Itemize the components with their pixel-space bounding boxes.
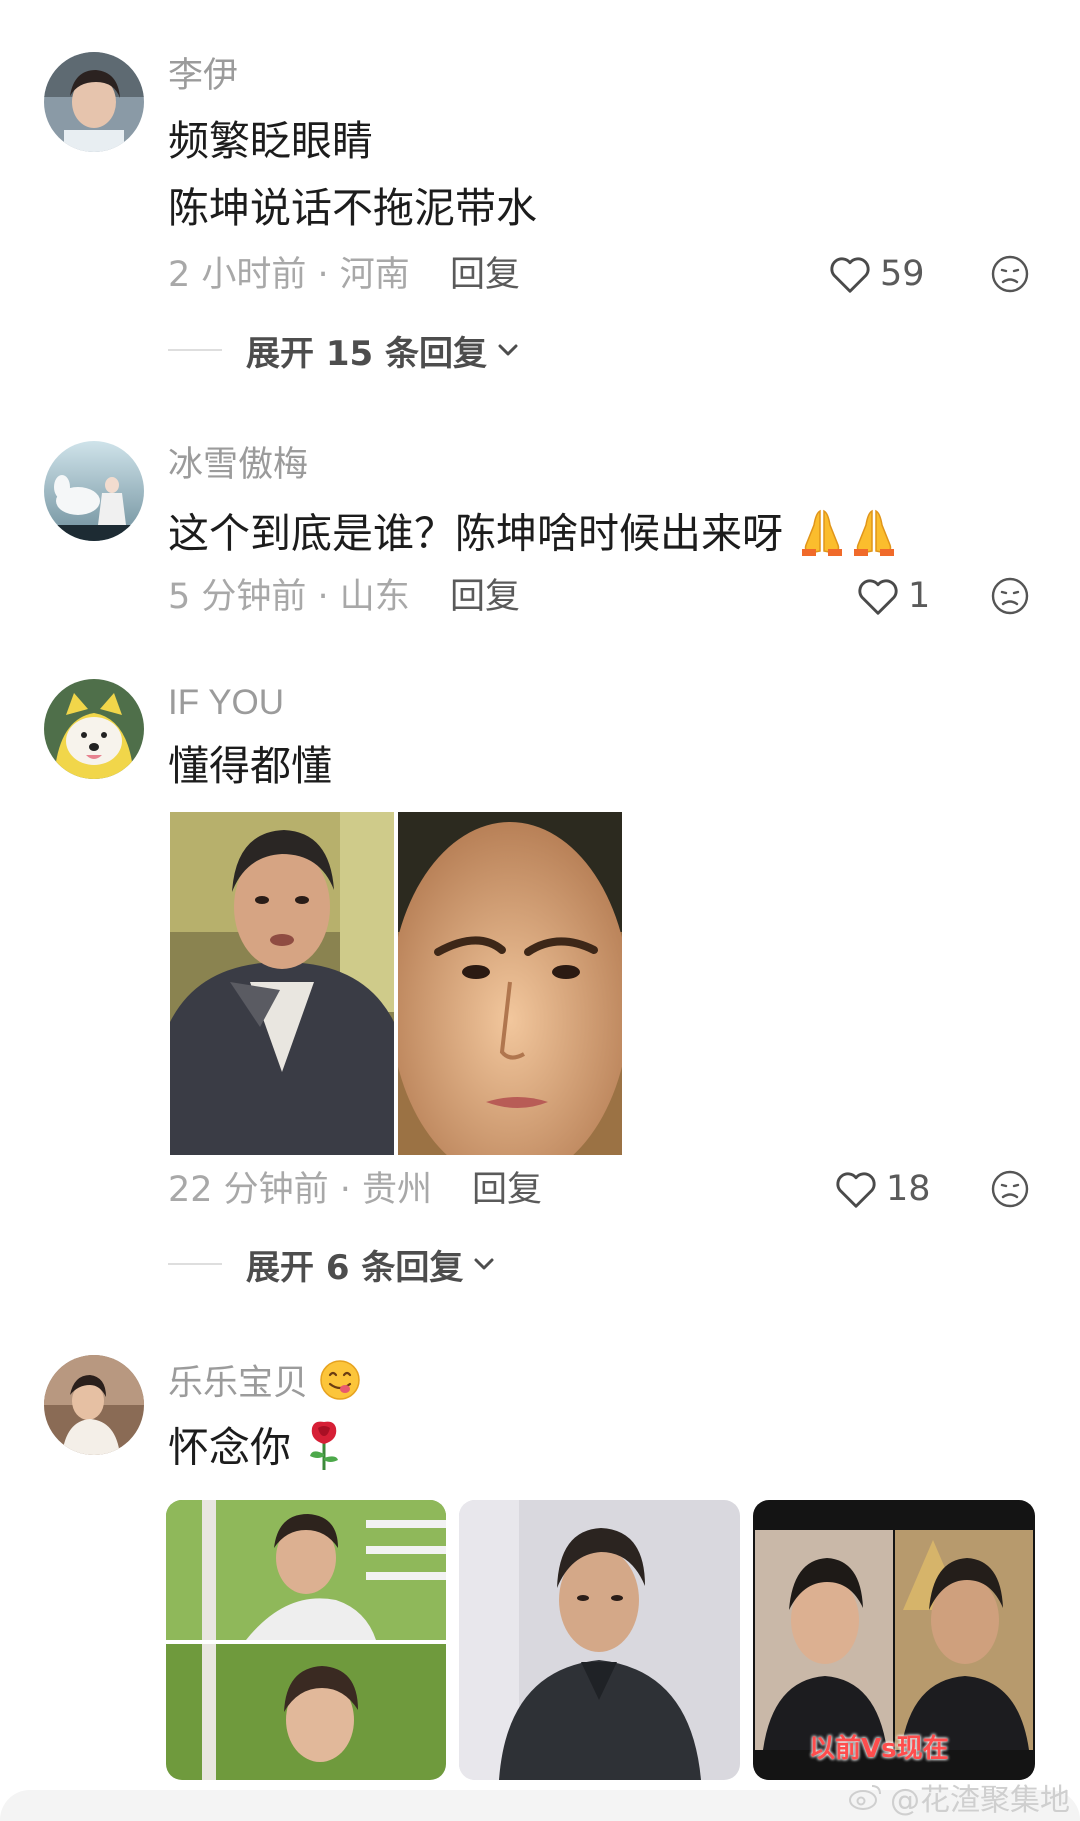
folded-hands-emoji bbox=[848, 505, 900, 568]
dislike-button[interactable] bbox=[990, 1169, 1030, 1209]
expand-replies-button[interactable]: 展开 6 条回复 bbox=[168, 1242, 495, 1288]
comment-image-thumbnail[interactable] bbox=[166, 1500, 446, 1780]
heart-outline-icon bbox=[858, 579, 898, 615]
reply-button[interactable]: 回复 bbox=[450, 255, 520, 295]
comment-time-location: 2 小时前 · 河南 bbox=[168, 255, 410, 295]
comment-text-line: 怀念你 bbox=[168, 1418, 344, 1483]
avatar[interactable] bbox=[44, 52, 144, 152]
avatar[interactable] bbox=[44, 679, 144, 779]
folded-hands-emoji bbox=[796, 505, 848, 568]
comment-image-thumbnail[interactable] bbox=[398, 812, 622, 1155]
like-count: 1 bbox=[908, 576, 931, 616]
comment-username-text: 乐乐宝贝 bbox=[168, 1363, 309, 1404]
weibo-icon bbox=[849, 1785, 881, 1810]
comment-text-line: 懂得都懂 bbox=[168, 742, 332, 790]
comment-username[interactable]: 李伊 bbox=[168, 56, 238, 96]
comment-text-line: 陈坤说话不拖泥带水 bbox=[168, 184, 537, 232]
heart-outline-icon bbox=[830, 257, 870, 293]
comment-username[interactable]: 乐乐宝贝 bbox=[168, 1359, 361, 1410]
comment-username[interactable]: IF YOU bbox=[168, 683, 284, 723]
avatar[interactable] bbox=[44, 441, 144, 541]
comment-image-thumbnail[interactable] bbox=[170, 812, 394, 1155]
divider bbox=[168, 1263, 222, 1265]
comment-time-location: 5 分钟前 · 山东 bbox=[168, 577, 410, 617]
reply-button[interactable]: 回复 bbox=[472, 1170, 542, 1210]
expand-replies-label: 展开 15 条回复 bbox=[246, 333, 487, 374]
comment-image-thumbnail[interactable] bbox=[459, 1500, 740, 1780]
comment-time-location: 22 分钟前 · 贵州 bbox=[168, 1170, 433, 1210]
dislike-button[interactable] bbox=[990, 254, 1030, 294]
expand-replies-label: 展开 6 条回复 bbox=[246, 1247, 464, 1288]
comment-text-line: 这个到底是谁？陈坤啥时候出来呀 bbox=[168, 505, 900, 568]
expand-replies-button[interactable]: 展开 15 条回复 bbox=[168, 328, 519, 374]
chevron-down-icon bbox=[498, 344, 518, 356]
thumbnail-caption: 以前Vs现在 bbox=[809, 1734, 949, 1764]
chevron-down-icon bbox=[474, 1258, 494, 1270]
avatar[interactable] bbox=[44, 1355, 144, 1455]
rose-emoji bbox=[304, 1418, 344, 1483]
sad-face-icon bbox=[991, 577, 1029, 615]
heart-outline-icon bbox=[836, 1172, 876, 1208]
yum-face-emoji bbox=[319, 1359, 361, 1410]
comment-image-thumbnail[interactable]: 以前Vs现在 bbox=[753, 1500, 1035, 1780]
divider bbox=[168, 349, 222, 351]
like-button[interactable]: 18 bbox=[834, 1167, 931, 1211]
like-button[interactable]: 1 bbox=[856, 574, 930, 618]
comment-text: 怀念你 bbox=[168, 1423, 291, 1472]
sad-face-icon bbox=[991, 255, 1029, 293]
dislike-button[interactable] bbox=[990, 576, 1030, 616]
like-count: 18 bbox=[886, 1169, 931, 1209]
watermark-text: @花渣聚集地 bbox=[890, 1783, 1070, 1818]
like-count: 59 bbox=[880, 254, 925, 294]
sad-face-icon bbox=[991, 1170, 1029, 1208]
comment-text: 这个到底是谁？陈坤啥时候出来呀 bbox=[168, 509, 783, 558]
watermark: @花渣聚集地 bbox=[848, 1775, 1070, 1819]
like-button[interactable]: 59 bbox=[828, 252, 925, 296]
comment-username[interactable]: 冰雪傲梅 bbox=[168, 445, 308, 485]
comment-text-line: 频繁眨眼睛 bbox=[168, 117, 373, 165]
reply-button[interactable]: 回复 bbox=[450, 577, 520, 617]
